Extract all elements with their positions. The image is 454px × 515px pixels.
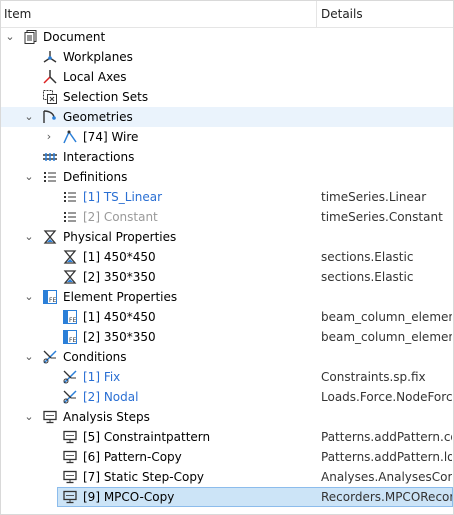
tree-row-label: [1] Fix [83,370,121,384]
svg-text:FE: FE [69,317,76,324]
selection-sets-icon [42,89,58,105]
monitor-icon [62,449,78,465]
tree-row-selection-sets[interactable]: Selection Sets [1,87,453,107]
tree-row-physical-450[interactable]: [1] 450*450 sections.Elastic [1,247,453,267]
tree-row-label: Element Properties [63,290,178,304]
hourglass-icon [42,229,58,245]
tree-row-details: sections.Elastic [321,270,414,284]
tree-row-label: [9] MPCO-Copy [83,490,175,504]
tree-row-wire[interactable]: › [74] Wire [1,127,453,147]
element-property-icon: FE [62,309,78,325]
list-icon [62,209,78,225]
tree-row-details: Constraints.sp.fix [321,370,426,384]
tree-row-interactions[interactable]: Interactions [1,147,453,167]
column-header-item[interactable]: Item [4,1,317,27]
tree-row-constant[interactable]: [2] Constant timeSeries.Constant [1,207,453,227]
tree-header: Item Details [1,1,453,28]
monitor-icon [42,409,58,425]
tree-row-details: beam_column_elemen... [321,330,452,344]
svg-text:FE: FE [69,337,76,344]
tree-row-details: Loads.Force.NodeForce [321,390,452,404]
element-property-icon: FE [42,289,58,305]
chevron-down-icon[interactable]: ⌄ [23,347,35,367]
tree-row-workplanes[interactable]: Workplanes [1,47,453,67]
hourglass-icon [62,249,78,265]
chevron-down-icon[interactable]: ⌄ [23,107,35,127]
conditions-icon [62,389,78,405]
tree-row-label: [2] Constant [83,210,158,224]
tree-row-label: [2] 350*350 [83,330,156,344]
list-icon [62,189,78,205]
monitor-icon [62,469,78,485]
chevron-down-icon[interactable]: ⌄ [23,167,35,187]
tree-row-label: Definitions [63,170,128,184]
tree-row-local-axes[interactable]: Local Axes [1,67,453,87]
local-axes-icon [42,69,58,85]
tree-row-label: [2] 350*350 [83,270,156,284]
list-icon [42,169,58,185]
document-icon [23,29,39,45]
tree-row-static-step-copy[interactable]: [7] Static Step-Copy Analyses.AnalysesCo… [1,467,453,487]
tree-row-label: [2] Nodal [83,390,139,404]
hourglass-icon [62,269,78,285]
tree-row-label: [5] Constraintpattern [83,430,211,444]
tree-row-details: Analyses.AnalysesCom... [321,470,452,484]
chevron-right-icon[interactable]: › [43,127,55,147]
tree-row-conditions[interactable]: ⌄ Conditions [1,347,453,367]
monitor-icon [62,429,78,445]
wire-icon [62,129,78,145]
tree-row-element-450[interactable]: FE [1] 450*450 beam_column_elemen... [1,307,453,327]
tree-row-label: Document [43,30,106,44]
tree-row-details: sections.Elastic [321,250,414,264]
tree-row-label: Workplanes [63,50,133,64]
svg-text:FE: FE [49,297,56,304]
chevron-down-icon[interactable]: ⌄ [23,227,35,247]
tree-row-details: Recorders.MPCORecor... [321,490,452,504]
tree-row-details: timeSeries.Linear [321,190,427,204]
column-header-details[interactable]: Details [321,1,363,27]
tree-row-label: [74] Wire [83,130,139,144]
tree-row-label: [7] Static Step-Copy [83,470,205,484]
tree-row-document[interactable]: ⌄ Document [1,27,453,47]
chevron-down-icon[interactable]: ⌄ [23,407,35,427]
tree-row-definitions[interactable]: ⌄ Definitions [1,167,453,187]
tree-row-label: Conditions [63,350,127,364]
tree-row-label: Local Axes [63,70,127,84]
tree-row-label: [1] 450*450 [83,310,156,324]
tree-row-physical-properties[interactable]: ⌄ Physical Properties [1,227,453,247]
tree-row-label: Geometries [63,110,133,124]
tree-row-fix[interactable]: [1] Fix Constraints.sp.fix [1,367,453,387]
monitor-icon [62,489,78,505]
tree-row-details: beam_column_elemen... [321,310,452,324]
geometries-icon [42,109,58,125]
tree-row-nodal[interactable]: [2] Nodal Loads.Force.NodeForce [1,387,453,407]
tree-row-label: [6] Pattern-Copy [83,450,182,464]
interactions-icon [42,149,58,165]
element-property-icon: FE [62,329,78,345]
tree-row-physical-350[interactable]: [2] 350*350 sections.Elastic [1,267,453,287]
tree-row-pattern-copy[interactable]: [6] Pattern-Copy Patterns.addPattern.lo.… [1,447,453,467]
conditions-icon [42,349,58,365]
workplanes-icon [42,49,58,65]
tree-row-label: Interactions [63,150,135,164]
tree-view: Item Details ⌄ Document Workplanes Local… [0,0,454,515]
chevron-down-icon[interactable]: ⌄ [23,287,35,307]
tree-row-geometries[interactable]: ⌄ Geometries [1,107,453,127]
tree-row-details: Patterns.addPattern.lo... [321,450,452,464]
tree-row-ts-linear[interactable]: [1] TS_Linear timeSeries.Linear [1,187,453,207]
tree-row-element-properties[interactable]: ⌄ FE Element Properties [1,287,453,307]
tree-row-label: Physical Properties [63,230,177,244]
tree-row-analysis-steps[interactable]: ⌄ Analysis Steps [1,407,453,427]
tree-row-mpco-copy[interactable]: [9] MPCO-Copy Recorders.MPCORecor... [1,487,453,507]
conditions-icon [62,369,78,385]
tree-row-details: Patterns.addPattern.co... [321,430,452,444]
chevron-down-icon[interactable]: ⌄ [4,27,16,47]
tree-row-label: Analysis Steps [63,410,150,424]
tree-row-element-350[interactable]: FE [2] 350*350 beam_column_elemen... [1,327,453,347]
tree-row-constraintpattern[interactable]: [5] Constraintpattern Patterns.addPatter… [1,427,453,447]
tree-row-label: [1] 450*450 [83,250,156,264]
tree-row-label: Selection Sets [63,90,149,104]
tree-row-details: timeSeries.Constant [321,210,443,224]
tree-row-label: [1] TS_Linear [83,190,163,204]
